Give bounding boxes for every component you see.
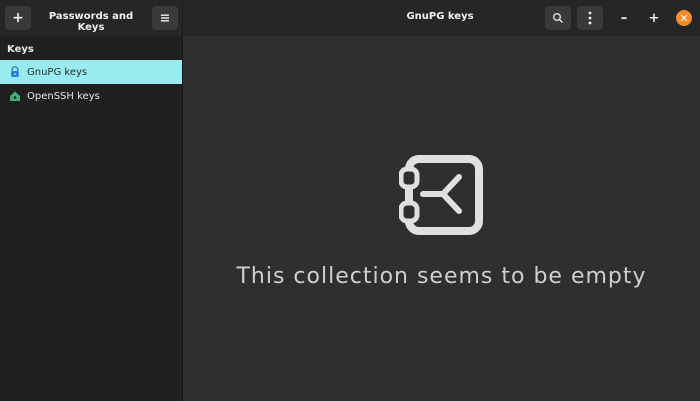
sidebar-item-openssh-keys[interactable]: OpenSSH keys [0, 84, 182, 108]
sidebar-item-label: OpenSSH keys [27, 90, 100, 102]
search-button[interactable] [545, 6, 571, 30]
sidebar-heading: Keys [7, 44, 34, 55]
maximize-button[interactable]: + [646, 10, 662, 26]
close-icon: ✕ [679, 11, 689, 25]
main-content: This collection seems to be empty [183, 36, 700, 401]
minimize-icon: – [620, 10, 628, 26]
sidebar: Keys GnuPG keys OpenSSH keys [0, 36, 182, 401]
maximize-icon: + [648, 10, 660, 26]
empty-state-message: This collection seems to be empty [236, 264, 647, 289]
search-icon [553, 13, 564, 24]
app-title: Passwords and Keys [48, 11, 134, 33]
add-icon: + [12, 10, 24, 26]
ssh-key-icon [10, 91, 20, 101]
sidebar-item-label: GnuPG keys [27, 66, 88, 78]
kebab-menu-icon [588, 11, 592, 25]
gnupg-key-icon [11, 66, 19, 77]
header-divider [182, 0, 183, 36]
minimize-button[interactable]: – [616, 10, 632, 26]
close-button[interactable]: ✕ [676, 10, 692, 26]
sidebar-item-gnupg-keys[interactable]: GnuPG keys [0, 60, 182, 84]
main-menu-button[interactable] [152, 6, 178, 30]
vault-icon [399, 155, 483, 235]
window-title: GnuPG keys [406, 11, 474, 22]
header-bar: + Passwords and Keys GnuPG keys – + ✕ [0, 0, 700, 36]
options-menu-button[interactable] [577, 6, 603, 30]
hamburger-menu-icon [161, 14, 169, 22]
add-button[interactable]: + [5, 6, 31, 30]
